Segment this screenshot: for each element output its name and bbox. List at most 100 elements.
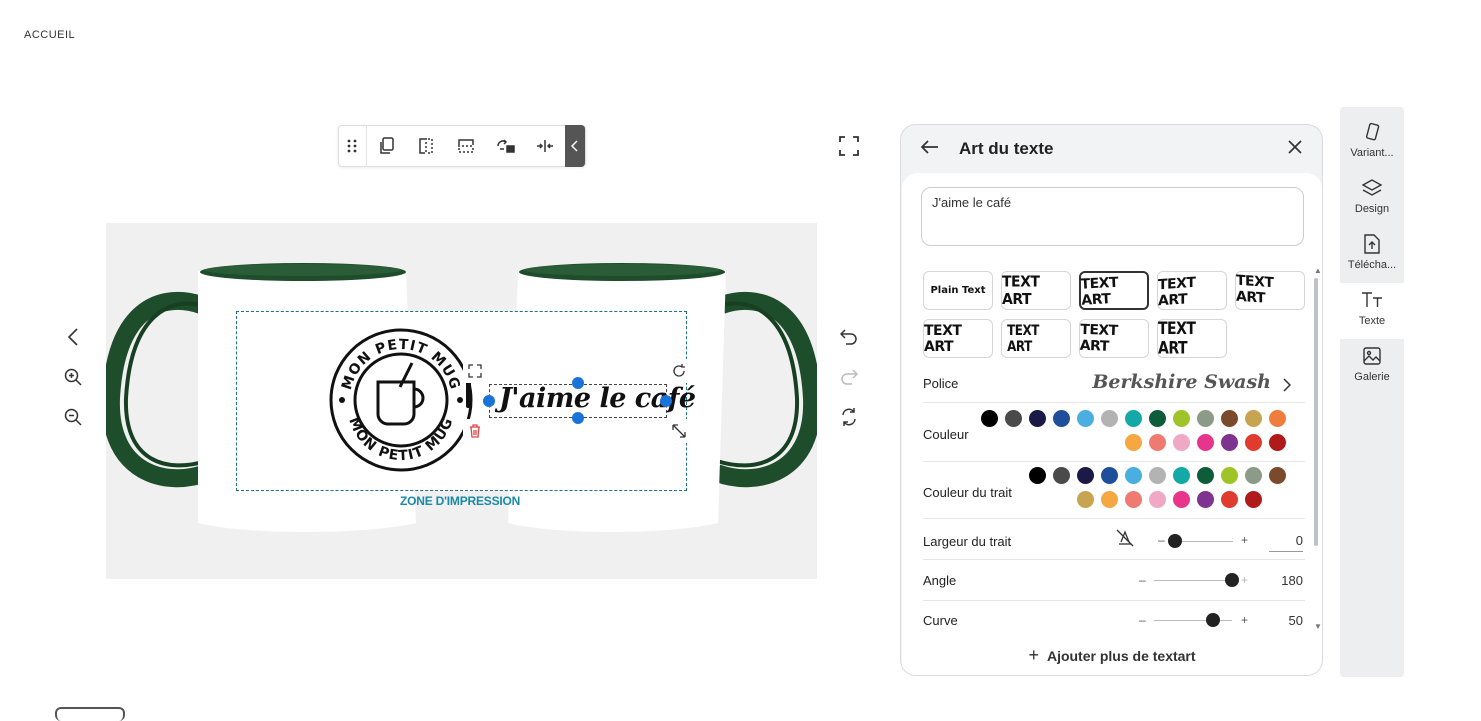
color-swatch[interactable] <box>1149 491 1166 508</box>
resize-handle-bottom[interactable] <box>572 412 584 424</box>
reset-icon[interactable] <box>837 405 861 429</box>
coffee-logo-image[interactable]: MON PETIT MUG MON PETIT MUG <box>328 327 474 473</box>
color-swatch[interactable] <box>1149 434 1166 451</box>
style-text-art-4[interactable]: TEXT ART <box>1235 271 1305 310</box>
close-icon[interactable] <box>1288 139 1302 159</box>
rail-item-gallery[interactable]: Galerie <box>1340 339 1404 395</box>
rail-item-design[interactable]: Design <box>1340 171 1404 227</box>
color-swatch[interactable] <box>1173 467 1190 484</box>
color-swatch[interactable] <box>1053 467 1070 484</box>
color-swatch[interactable] <box>1197 410 1214 427</box>
color-swatch[interactable] <box>1221 434 1238 451</box>
color-swatch[interactable] <box>1101 491 1118 508</box>
color-swatch[interactable] <box>1269 467 1286 484</box>
color-swatch[interactable] <box>1125 410 1142 427</box>
color-swatch[interactable] <box>1125 491 1142 508</box>
color-swatch[interactable] <box>1077 410 1094 427</box>
scroll-down-icon[interactable]: ▼ <box>1314 622 1322 631</box>
color-swatch[interactable] <box>1197 467 1214 484</box>
color-swatch[interactable] <box>1101 410 1118 427</box>
color-swatch[interactable] <box>1245 434 1262 451</box>
font-row[interactable]: Police Berkshire Swash <box>923 369 1305 403</box>
color-swatch[interactable] <box>1029 410 1046 427</box>
style-text-art-3[interactable]: TEXT ART <box>1157 271 1227 310</box>
color-swatch[interactable] <box>1197 491 1214 508</box>
color-swatch[interactable] <box>1053 410 1070 427</box>
text-input[interactable]: J'aime le café <box>921 187 1304 246</box>
scale-icon[interactable] <box>667 419 691 443</box>
resize-handle-top[interactable] <box>572 377 584 389</box>
style-text-art-7[interactable]: TEXT ART <box>1079 319 1149 358</box>
style-text-art-6[interactable]: TEXT ART <box>1001 319 1071 358</box>
style-text-art-2[interactable]: TEXT ART <box>1079 271 1149 310</box>
color-swatch[interactable] <box>1173 410 1190 427</box>
replace-icon[interactable] <box>486 126 526 166</box>
stroke-width-minus[interactable]: – <box>1158 533 1165 547</box>
curve-plus[interactable]: + <box>1241 613 1248 627</box>
color-swatch[interactable] <box>1269 410 1286 427</box>
color-swatch[interactable] <box>1197 434 1214 451</box>
product-canvas[interactable]: MON PETIT MUG MON PETIT MUG J'aime le ca… <box>106 223 817 579</box>
no-stroke-icon[interactable] <box>1116 529 1134 550</box>
color-swatch[interactable] <box>1173 434 1190 451</box>
curve-value[interactable]: 50 <box>1269 613 1303 628</box>
fullscreen-icon[interactable] <box>838 135 860 157</box>
color-swatch[interactable] <box>1221 467 1238 484</box>
flip-horizontal-icon[interactable] <box>406 126 446 166</box>
curve-slider-track[interactable] <box>1154 620 1232 621</box>
color-swatch[interactable] <box>1005 410 1022 427</box>
color-swatch[interactable] <box>1245 410 1262 427</box>
scroll-up-icon[interactable]: ▲ <box>1314 266 1322 275</box>
color-swatch[interactable] <box>1149 410 1166 427</box>
color-swatch[interactable] <box>1077 467 1094 484</box>
angle-value[interactable]: 180 <box>1269 573 1303 588</box>
angle-minus[interactable]: – <box>1139 573 1146 587</box>
color-swatch[interactable] <box>1245 491 1262 508</box>
rotate-icon[interactable] <box>667 359 691 383</box>
angle-slider-track[interactable] <box>1154 580 1232 581</box>
style-plain-text[interactable]: Plain Text <box>923 271 993 310</box>
style-text-art-1[interactable]: TEXT ART <box>1001 271 1071 310</box>
add-more-textart-button[interactable]: + Ajouter plus de textart <box>902 645 1322 666</box>
angle-plus[interactable]: + <box>1241 573 1248 587</box>
redo-icon[interactable] <box>837 365 861 389</box>
zoom-in-icon[interactable] <box>61 365 85 389</box>
color-swatch[interactable] <box>1173 491 1190 508</box>
color-swatch[interactable] <box>1269 434 1286 451</box>
rail-item-text[interactable]: Texte <box>1340 283 1404 339</box>
curve-minus[interactable]: – <box>1139 613 1146 627</box>
color-swatch[interactable] <box>1149 467 1166 484</box>
color-swatch[interactable] <box>1101 467 1118 484</box>
color-swatch[interactable] <box>1221 410 1238 427</box>
duplicate-icon[interactable] <box>367 126 407 166</box>
grip-icon[interactable] <box>339 126 367 166</box>
style-text-art-8[interactable]: TEXT ART <box>1157 319 1227 358</box>
bottom-partial-button[interactable] <box>55 707 125 721</box>
stroke-width-slider-thumb[interactable] <box>1168 534 1182 548</box>
expand-icon[interactable] <box>463 359 487 383</box>
color-swatch[interactable] <box>1077 491 1094 508</box>
stroke-width-value[interactable]: 0 <box>1269 533 1303 552</box>
stroke-width-plus[interactable]: + <box>1241 533 1248 547</box>
style-text-art-5[interactable]: TEXT ART <box>923 319 993 358</box>
resize-handle-right[interactable] <box>660 395 672 407</box>
resize-handle-left[interactable] <box>483 395 495 407</box>
color-swatch[interactable] <box>1245 467 1262 484</box>
panel-scrollbar[interactable] <box>1314 278 1318 546</box>
rail-item-variants[interactable]: Variant... <box>1340 115 1404 171</box>
undo-icon[interactable] <box>837 325 861 349</box>
breadcrumb-home[interactable]: ACCUEIL <box>24 29 75 41</box>
color-swatch[interactable] <box>1029 467 1046 484</box>
collapse-toolbar-button[interactable] <box>565 125 585 167</box>
center-icon[interactable] <box>525 126 565 166</box>
back-arrow-icon[interactable] <box>920 139 939 159</box>
previous-view-icon[interactable] <box>61 325 85 349</box>
angle-slider-thumb[interactable] <box>1225 573 1239 587</box>
stroke-width-slider-track[interactable] <box>1175 541 1233 542</box>
color-swatch[interactable] <box>981 410 998 427</box>
color-swatch[interactable] <box>1125 434 1142 451</box>
rail-item-upload[interactable]: Télécha... <box>1340 227 1404 283</box>
color-swatch[interactable] <box>1221 491 1238 508</box>
flip-vertical-icon[interactable] <box>446 126 486 166</box>
color-swatch[interactable] <box>1125 467 1142 484</box>
